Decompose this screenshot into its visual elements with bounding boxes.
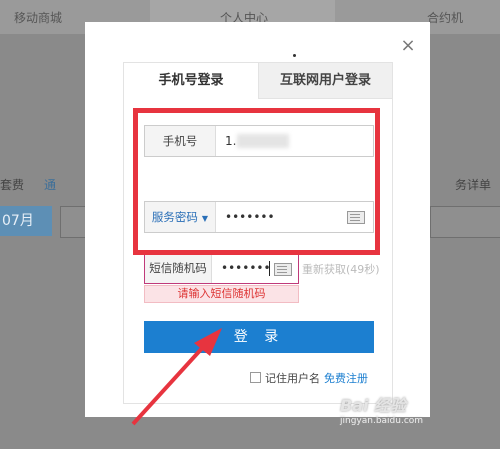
watermark: Bai 经验 jingyan.baidu.com bbox=[340, 392, 423, 426]
arrow-shaft bbox=[131, 343, 207, 426]
watermark-brand: Bai 经验 bbox=[340, 396, 407, 415]
annotation-arrow bbox=[131, 328, 222, 426]
watermark-url: jingyan.baidu.com bbox=[340, 416, 424, 426]
